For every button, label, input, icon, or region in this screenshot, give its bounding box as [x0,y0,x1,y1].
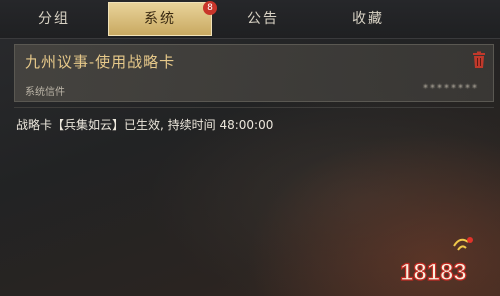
site-logo: 18183 [399,237,473,287]
mail-header: 九州议事-使用战略卡 系统信件 ******** [14,44,494,102]
mail-title: 九州议事-使用战略卡 [25,53,176,71]
mail-body: 战略卡【兵集如云】已生效, 持续时间 48:00:00 [16,118,274,132]
mail-date: ******** [423,83,479,94]
mail-tabs: 分组 系统 8 公告 收藏 [0,0,500,39]
mail-sender: 系统信件 [25,87,65,98]
tab-announcement[interactable]: 公告 [212,0,314,38]
delete-button[interactable] [471,51,487,69]
tab-group-label: 分组 [38,11,70,27]
tab-favorites[interactable]: 收藏 [314,0,422,38]
tab-announcement-label: 公告 [247,11,279,27]
divider [14,107,494,108]
tab-system-label: 系统 [144,11,176,27]
tab-group[interactable]: 分组 [0,0,108,38]
svg-text:18183: 18183 [400,259,467,286]
tab-system[interactable]: 系统 8 [108,1,217,36]
trash-icon [473,51,485,68]
tab-favorites-label: 收藏 [352,11,384,27]
